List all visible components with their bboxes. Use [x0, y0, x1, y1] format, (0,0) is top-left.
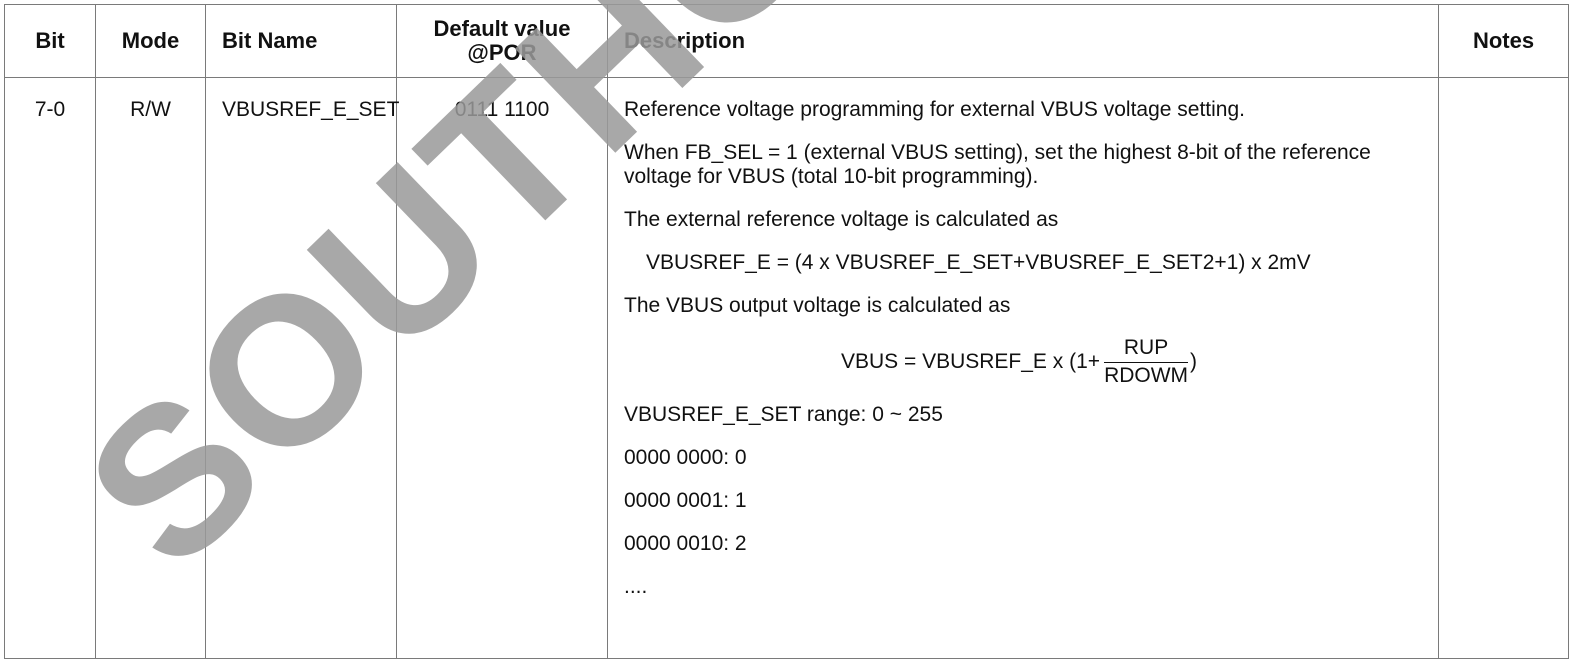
- desc-vbus-intro: The VBUS output voltage is calculated as: [624, 294, 1011, 317]
- desc-ellipsis: ....: [624, 575, 648, 598]
- header-description: Description: [607, 4, 1439, 78]
- cell-notes: [1438, 77, 1569, 659]
- fraction-numerator: RUP: [1123, 336, 1169, 359]
- header-bit-name: Bit Name: [205, 4, 397, 78]
- header-bit: Bit: [4, 4, 96, 78]
- desc-value-2: 0000 0010: 2: [624, 532, 747, 555]
- equation-vbus-left: VBUS = VBUSREF_E x (1+: [840, 350, 1101, 373]
- equation-fraction: RUP RDOWM: [1104, 336, 1189, 387]
- cell-mode: R/W: [95, 77, 206, 659]
- desc-ref-intro: The external reference voltage is calcul…: [624, 208, 1059, 231]
- cell-default-value: 0111 1100: [396, 77, 608, 659]
- cell-description: Reference voltage programming for extern…: [607, 77, 1439, 659]
- desc-range: VBUSREF_E_SET range: 0 ~ 255: [624, 403, 943, 426]
- equation-vbus-right: ): [1190, 350, 1198, 373]
- desc-value-1: 0000 0001: 1: [624, 489, 747, 512]
- header-row: Bit Mode Bit Name Default value @POR Des…: [4, 4, 1569, 78]
- cell-bit: 7-0: [4, 77, 96, 659]
- cell-bit-name: VBUSREF_E_SET: [205, 77, 399, 659]
- fraction-denominator: RDOWM: [1104, 364, 1189, 387]
- equation-vbus: VBUS = VBUSREF_E x (1+ RUP RDOWM ): [624, 337, 1414, 387]
- desc-fb-sel: When FB_SEL = 1 (external VBUS setting),…: [624, 141, 1371, 188]
- register-table: Bit Mode Bit Name Default value @POR Des…: [4, 4, 1569, 659]
- table-row: 7-0 R/W VBUSREF_E_SET 0111 1100 Referenc…: [4, 77, 1569, 659]
- equation-vbusref: VBUSREF_E = (4 x VBUSREF_E_SET+VBUSREF_E…: [646, 251, 1311, 274]
- desc-summary: Reference voltage programming for extern…: [624, 98, 1245, 121]
- header-mode: Mode: [95, 4, 206, 78]
- desc-value-0: 0000 0000: 0: [624, 446, 747, 469]
- header-default-value: Default value @POR: [396, 4, 608, 78]
- header-notes: Notes: [1438, 4, 1569, 78]
